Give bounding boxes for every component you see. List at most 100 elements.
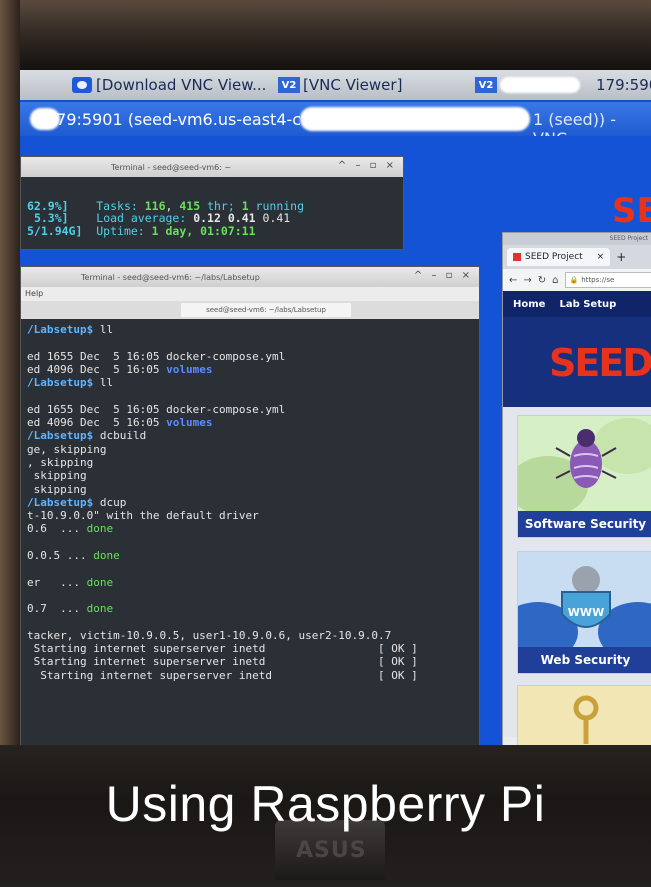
taskbar-item-label: [Download VNC View... [96,76,267,94]
reload-icon[interactable]: ↻ [538,275,546,286]
terminal-title: Terminal - seed@seed-vm6: ~ [111,162,232,172]
terminal-line: skipping [27,469,87,483]
terminal-line: 0.7 ... done [27,602,473,615]
terminal-titlebar[interactable]: Terminal - seed@seed-vm6: ~ ^ – ▫ × [21,157,403,177]
compose-step: er ... [27,575,87,589]
htop-terminal-window[interactable]: Terminal - seed@seed-vm6: ~ ^ – ▫ × 62.9… [20,156,404,250]
close-icon[interactable]: × [597,252,605,262]
terminal-tab[interactable]: seed@seed-vm6: ~/labs/Labsetup [181,303,351,317]
taskbar: [Download VNC View... V2 [VNC Viewer] V2… [20,70,651,100]
window-controls[interactable]: ^ – ▫ × [414,270,473,281]
swap-meter: 5/1.94G] [27,223,83,238]
terminal-line: , skipping [27,455,94,469]
browser-tabbar: SEED Project × + [503,245,651,269]
terminal-title: Terminal - seed@seed-vm6: ~/labs/Labsetu… [81,272,260,282]
redacted-region [500,77,580,93]
terminal-line: /Labsetup$ dcup [27,496,473,509]
svg-text:WWW: WWW [568,606,604,619]
monitor-screen: [Download VNC View... V2 [VNC Viewer] V2… [20,70,651,746]
directory-name: volumes [166,416,213,430]
card-software-security[interactable]: Software Security [517,415,651,538]
done-status: done [86,602,114,616]
htop-value: 0.41 [255,211,291,225]
terminal-line: t-10.9.0.0" with the default driver [27,509,259,523]
ls-entry: ed 4096 Dec 5 16:05 [27,416,167,430]
vnc-app-icon [72,77,92,93]
terminal-line: Starting internet superserver inetd [ OK… [27,642,418,656]
compose-step: 0.6 ... [27,522,87,536]
browser-tab[interactable]: SEED Project × [507,248,611,266]
compose-step: 0.0.5 ... [27,549,94,563]
web-security-image: WWW [518,552,651,647]
browser-title: SEED Project [609,235,648,242]
htop-label: Uptime: [96,223,152,238]
browser-window[interactable]: SEED Project SEED Project × + ← → ↻ ⌂ 🔒 … [502,232,651,746]
done-status: done [86,522,114,536]
terminal-line: er ... done [27,576,473,589]
shell-command: dcup [93,495,127,509]
terminal-line: skipping [27,482,87,496]
monitor-top-bezel [0,0,651,70]
menu-help[interactable]: Help [25,289,43,298]
window-controls[interactable]: ^ – ▫ × [338,160,397,171]
shell-prompt: /Labsetup$ [27,323,94,336]
terminal-tabbar: seed@seed-vm6: ~/labs/Labsetup [21,301,479,319]
forward-icon[interactable]: → [523,275,531,286]
lock-icon: 🔒 [569,276,579,284]
directory-name: volumes [166,362,213,376]
card-next-category[interactable] [517,685,651,746]
taskbar-item-vnc-session[interactable]: V2 179:590 [475,75,651,95]
compose-step: 0.7 ... [27,602,87,616]
slide-caption: Using Raspberry Pi [105,776,546,832]
htop-value: 1 day, 01:07:11 [151,223,256,238]
taskbar-item-download-vnc[interactable]: [Download VNC View... [72,75,266,95]
seed-favicon-icon [513,253,521,261]
browser-titlebar[interactable]: SEED Project [503,233,651,245]
taskbar-item-label: [VNC Viewer] [303,76,403,94]
ls-entry: ed 4096 Dec 5 16:05 [27,362,167,376]
card-label: Web Security [518,647,651,673]
seed-logo: SEED [549,341,651,385]
terminal-output[interactable]: /Labsetup$ ll ed 1655 Dec 5 16:05 docker-… [21,319,479,745]
nav-lab-setup[interactable]: Lab Setup [559,299,616,310]
vnc-title-host: 179:5901 (seed-vm6.us-east4-c. [46,110,307,129]
done-status: done [86,575,114,589]
bug-icon [518,418,651,511]
url-text: https://se [581,276,615,284]
home-icon[interactable]: ⌂ [552,275,558,286]
terminal-line: /Labsetup$ dcbuild [27,429,473,442]
terminal-line: ed 1655 Dec 5 16:05 docker-compose.yml [27,349,286,363]
terminal-titlebar[interactable]: Terminal - seed@seed-vm6: ~/labs/Labsetu… [21,267,479,287]
shield-icon: WWW [518,566,651,647]
vnc-window-titlebar[interactable]: 179:5901 (seed-vm6.us-east4-c. 1 (seed))… [20,102,651,148]
done-status: done [93,549,120,563]
url-bar[interactable]: 🔒 https://se [564,272,651,288]
terminal-line: ge, skipping [27,442,107,456]
new-tab-icon[interactable]: + [616,250,626,264]
monitor-brand-logo: ASUS [296,838,367,863]
terminal-line: 0.0.5 ... done [27,549,473,562]
terminal-menubar: Help [21,287,479,301]
shell-prompt: /Labsetup$ [27,376,94,390]
terminal-line: ed 4096 Dec 5 16:05 volumes [27,416,473,429]
back-icon[interactable]: ← [509,275,517,286]
shell-prompt: /Labsetup$ [27,429,94,443]
terminal-line: /Labsetup$ ll [27,323,473,336]
main-terminal-window[interactable]: Terminal - seed@seed-vm6: ~/labs/Labsetu… [20,266,480,746]
terminal-line: Starting internet superserver inetd [ OK… [27,655,418,669]
site-nav: Home Lab Setup [503,291,651,317]
nav-home[interactable]: Home [513,299,545,310]
vnc-viewer-icon: V2 [475,77,497,93]
terminal-line: ed 1655 Dec 5 16:05 docker-compose.yml [27,402,286,416]
card-web-security[interactable]: WWW Web Security [517,551,651,674]
desktop-seed-logo: SE [612,191,651,231]
terminal-line: /Labsetup$ ll [27,376,473,389]
taskbar-item-vnc-viewer[interactable]: V2 [VNC Viewer] [278,75,402,95]
key-image [518,686,651,746]
terminal-line: tacker, victim-10.9.0.5, user1-10.9.0.6,… [27,628,392,642]
